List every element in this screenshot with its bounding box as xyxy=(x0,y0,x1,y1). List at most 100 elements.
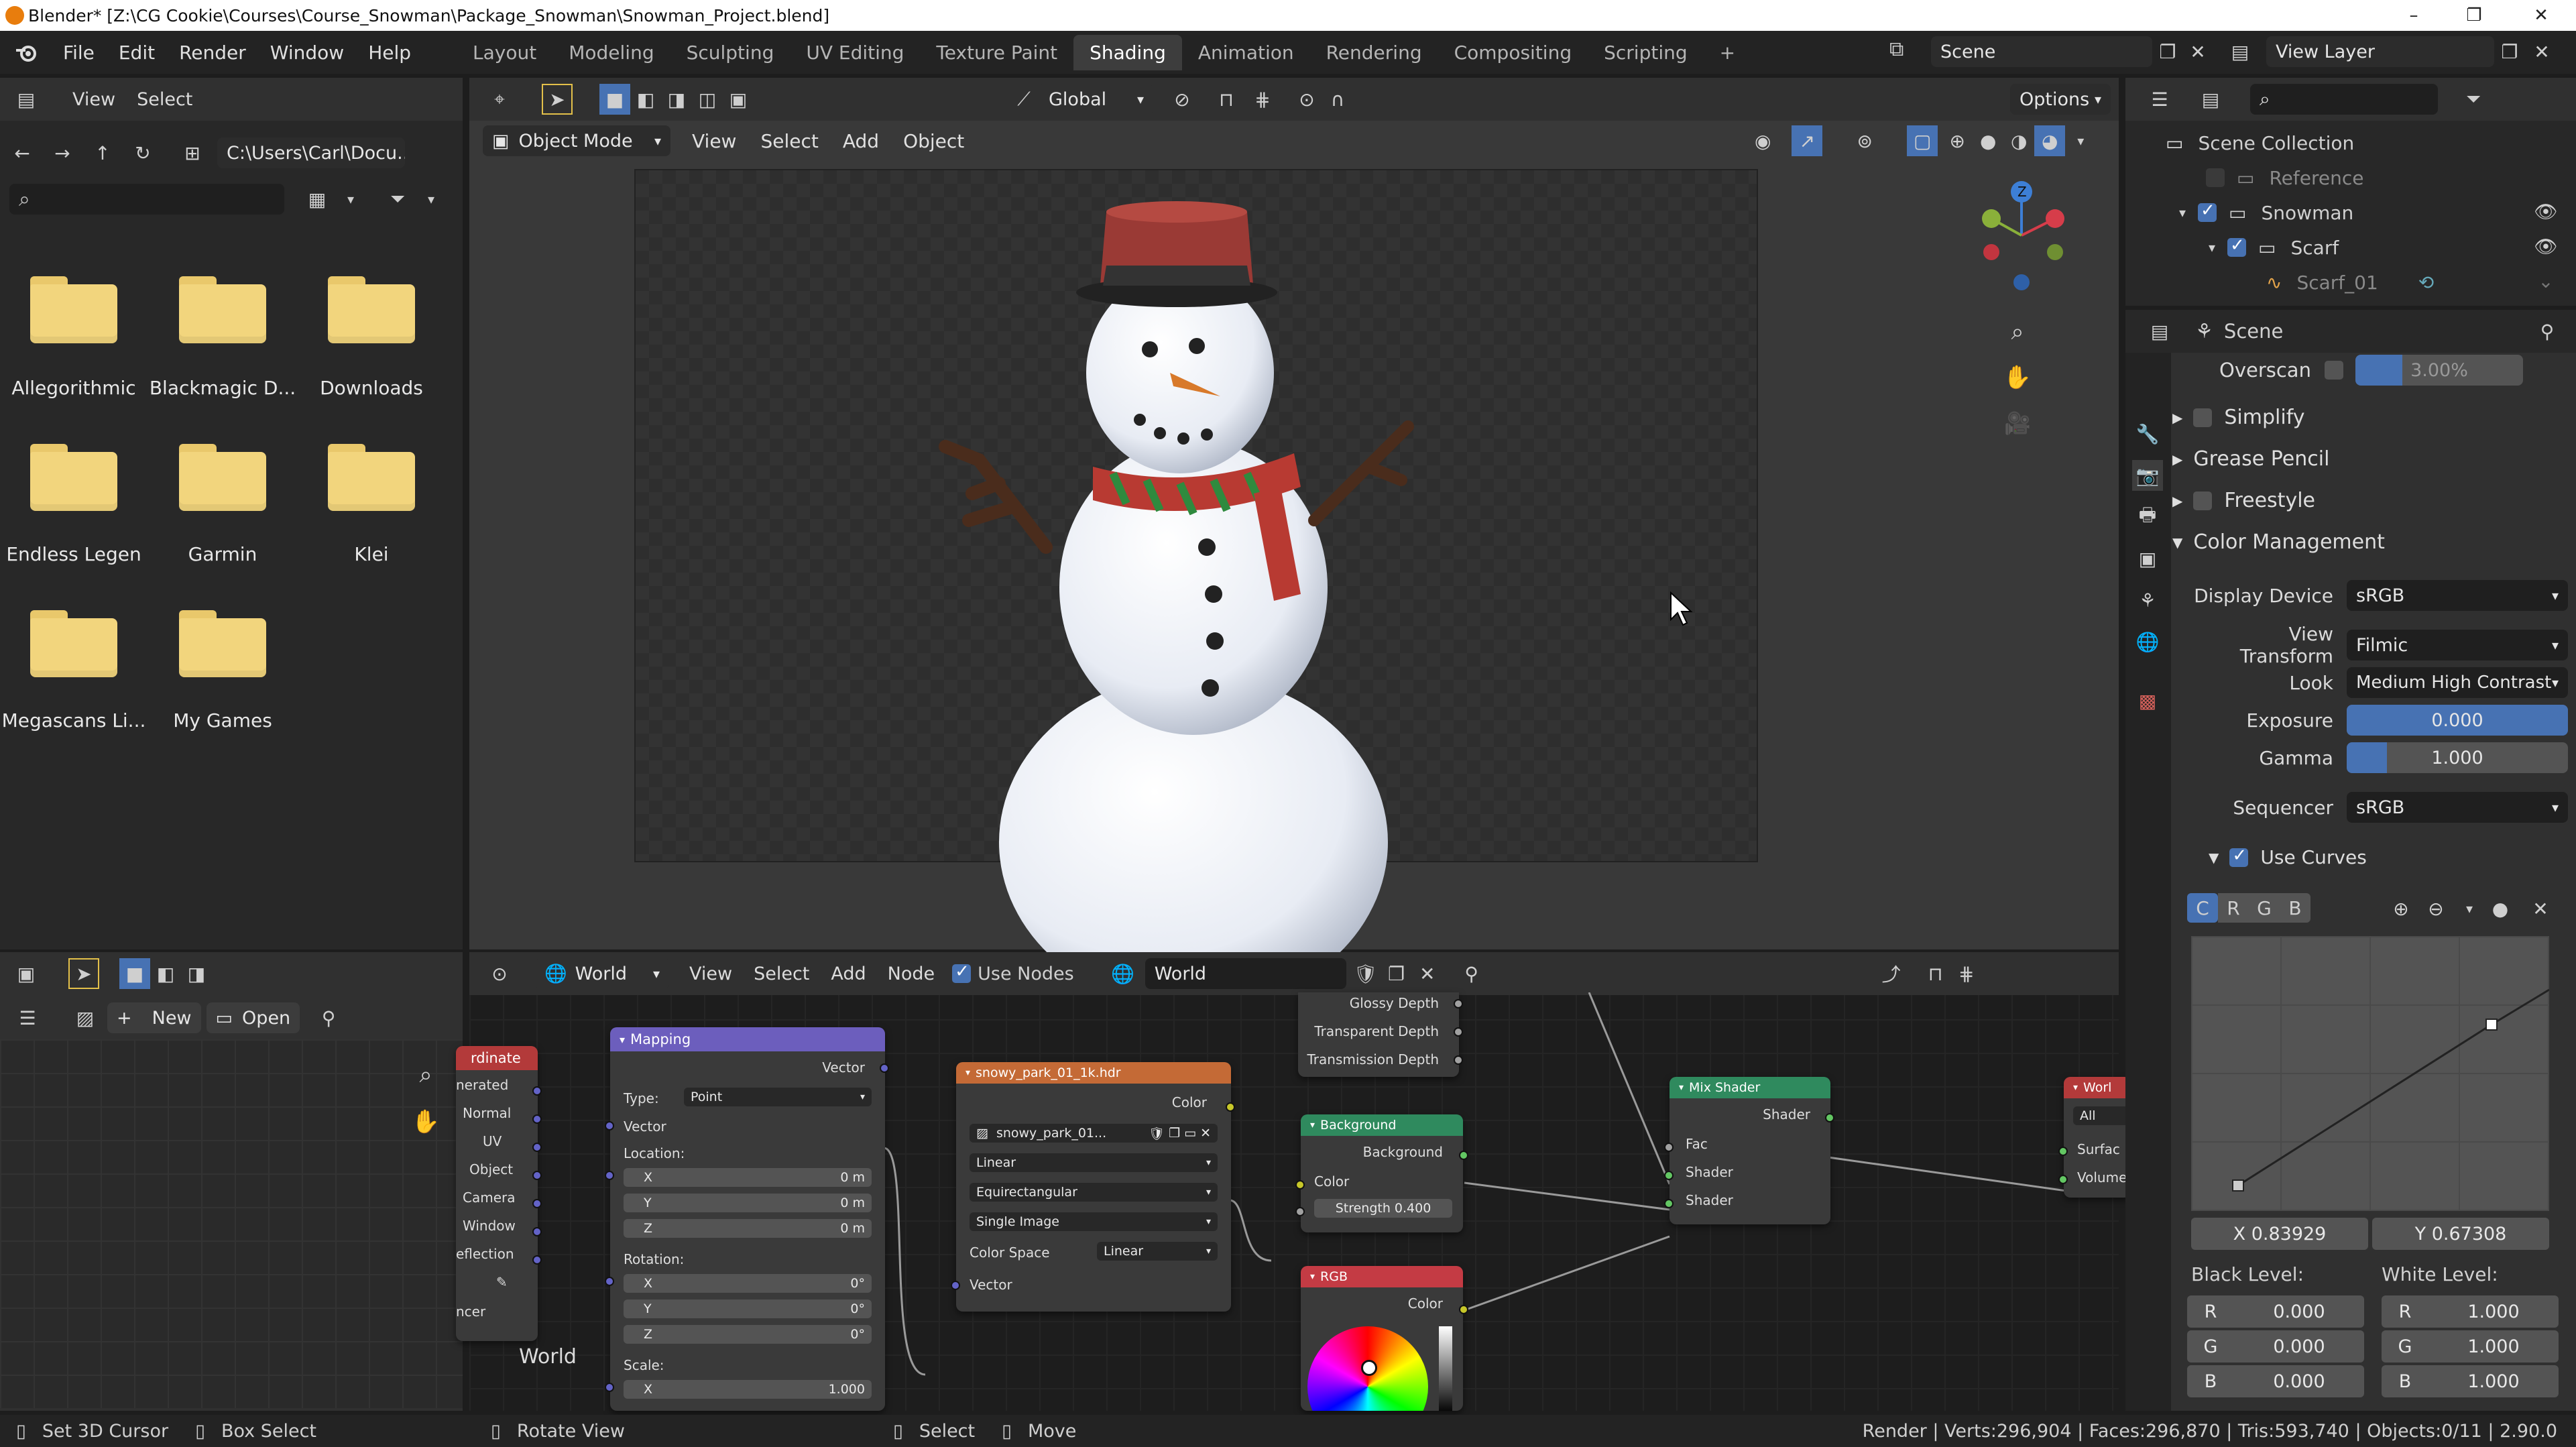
image-browse-icon[interactable]: ▨ xyxy=(70,1002,101,1033)
node-snap-target-icon[interactable]: ⋕ xyxy=(1951,958,1982,989)
texture-coordinate-node[interactable]: rdinate nerated Normal UV Object Camera … xyxy=(456,1046,538,1341)
look-dropdown[interactable]: Medium High Contrast ▾ xyxy=(2347,667,2568,698)
mapping-node[interactable]: ▾ Mapping Vector Type: Point ▾ Vector Loc… xyxy=(610,1027,885,1411)
pin-icon[interactable]: ⚲ xyxy=(2532,316,2563,347)
pan-hand-icon[interactable]: ✋ xyxy=(410,1106,441,1137)
zoom-in-icon[interactable]: ⊕ xyxy=(2386,893,2416,924)
collapse-icon[interactable]: ▾ xyxy=(1310,1120,1315,1131)
tab-modeling[interactable]: Modeling xyxy=(552,35,670,70)
world-output-node[interactable]: ▾ Worl All Surfac Volume xyxy=(2064,1077,2131,1198)
viewport-3d[interactable]: ⌖ ➤ ■ ◧ ◨ ◫ ▣ ⟋ Global ▾ ⊘ ⊓ ⋕ ⊙ ∩ Optio… xyxy=(469,78,2119,976)
outliner-row[interactable]: ▭ Scene Collection xyxy=(2166,126,2354,160)
tab-shading[interactable]: Shading xyxy=(1073,34,1182,70)
new-image-button[interactable]: + New xyxy=(107,1002,201,1033)
interpolation-dropdown[interactable]: Linear ▾ xyxy=(970,1153,1218,1172)
falloff-icon[interactable]: ∩ xyxy=(1322,84,1353,115)
subpanel-use-curves[interactable]: ▼ Use Curves xyxy=(2209,846,2367,869)
pin-icon[interactable]: ⚲ xyxy=(313,1002,344,1033)
shader-in-socket[interactable] xyxy=(1664,1171,1674,1180)
new-view-layer-icon[interactable]: ❐ xyxy=(2494,36,2525,67)
overscan-checkbox[interactable] xyxy=(2324,361,2343,380)
curve-widget[interactable] xyxy=(2191,936,2550,1211)
curve-point-x-field[interactable]: X 0.83929 xyxy=(2191,1218,2368,1250)
tab-compositing[interactable]: Compositing xyxy=(1438,35,1588,70)
select-mode-invert-icon[interactable]: ◫ xyxy=(692,84,723,115)
node-select-menu[interactable]: Select xyxy=(743,964,820,984)
add-workspace-button[interactable]: + xyxy=(1704,35,1751,70)
display-mode-icon[interactable]: ▦ xyxy=(302,184,333,215)
vector-socket[interactable] xyxy=(532,1143,542,1152)
filter-icon[interactable]: ⏷ xyxy=(382,184,413,215)
pin-icon[interactable]: ⚲ xyxy=(1456,958,1487,989)
filter-icon[interactable]: ⏷ xyxy=(2458,84,2489,115)
zoom-out-icon[interactable]: ⊖ xyxy=(2420,893,2451,924)
shader-out-socket[interactable] xyxy=(1825,1113,1834,1122)
color-space-dropdown[interactable]: Linear ▾ xyxy=(1097,1242,1218,1261)
view-transform-dropdown[interactable]: Filmic ▾ xyxy=(2347,630,2568,660)
outliner-row[interactable]: ▾ ▭ Snowman xyxy=(2179,196,2353,229)
select-mode-new-icon[interactable]: ■ xyxy=(599,84,630,115)
pivot-point-icon[interactable]: ⊘ xyxy=(1167,84,1197,115)
rotation-x-field[interactable]: X 0° xyxy=(624,1274,872,1293)
editor-type-icon[interactable]: ▣ xyxy=(11,958,42,989)
mix-shader-node[interactable]: ▾ Mix Shader Shader Fac Shader Shader xyxy=(1670,1077,1830,1224)
tab-sculpting[interactable]: Sculpting xyxy=(670,35,791,70)
node-editor[interactable]: ⊙ 🌐 World ▾ View Select Add Node Use Nod… xyxy=(456,952,2131,1411)
tab-layout[interactable]: Layout xyxy=(457,35,552,70)
eye-icon[interactable]: 👁 xyxy=(2530,231,2561,262)
value-slider[interactable] xyxy=(1439,1326,1452,1411)
location-z-field[interactable]: Z 0 m xyxy=(624,1219,872,1238)
target-dropdown[interactable]: All xyxy=(2073,1106,2131,1125)
background-node[interactable]: ▾ Background Background Color Strength 0.… xyxy=(1301,1114,1463,1232)
filter-dropdown-icon[interactable]: ▾ xyxy=(416,184,447,215)
parent-node-tree-icon[interactable]: ⤴ xyxy=(1876,958,1907,989)
open-image-icon[interactable]: ▭ xyxy=(1184,1126,1196,1141)
value-socket[interactable] xyxy=(1454,1055,1463,1065)
select-tool-icon[interactable]: ➤ xyxy=(542,84,573,115)
editor-type-icon[interactable]: ⌖ xyxy=(484,84,515,115)
location-socket[interactable] xyxy=(605,1171,614,1180)
viewport-view-menu[interactable]: View xyxy=(680,130,748,152)
rotation-z-field[interactable]: Z 0° xyxy=(624,1325,872,1344)
menu-render[interactable]: Render xyxy=(167,42,258,64)
zoom-icon[interactable]: ⌕ xyxy=(410,1059,441,1090)
collapse-icon[interactable]: ▾ xyxy=(2073,1082,2078,1093)
select-mode-subtract-icon[interactable]: ◨ xyxy=(181,958,212,989)
editor-type-icon[interactable]: ▤ xyxy=(11,84,42,115)
render-tab-icon[interactable]: 📷 xyxy=(2132,460,2163,491)
pan-hand-icon[interactable]: ✋ xyxy=(2002,362,2033,393)
panel-grease-pencil[interactable]: ▶ Grease Pencil xyxy=(2172,447,2329,471)
vector-out-socket[interactable] xyxy=(880,1063,889,1073)
wireframe-shading-icon[interactable]: ⊕ xyxy=(1942,125,1973,156)
white-level-r-field[interactable]: R 1.000 xyxy=(2382,1295,2559,1328)
select-mode-extend-icon[interactable]: ◧ xyxy=(630,84,661,115)
background-out-socket[interactable] xyxy=(1459,1151,1468,1160)
channel-c-tab[interactable]: C xyxy=(2187,893,2218,923)
color-in-socket[interactable] xyxy=(1295,1180,1305,1190)
rotation-socket[interactable] xyxy=(605,1277,614,1286)
rgb-node[interactable]: ▾ RGB Color xyxy=(1301,1266,1463,1411)
channel-r-tab[interactable]: R xyxy=(2218,893,2249,923)
tab-uv-editing[interactable]: UV Editing xyxy=(790,35,920,70)
use-curves-checkbox[interactable] xyxy=(2229,846,2249,867)
select-mode-new-icon[interactable]: ■ xyxy=(119,958,150,989)
surface-socket[interactable] xyxy=(2058,1147,2068,1156)
black-level-r-field[interactable]: R 0.000 xyxy=(2187,1295,2364,1328)
curve-tools-icon[interactable]: ▾ xyxy=(2454,893,2485,924)
clipping-icon[interactable]: ● xyxy=(2485,893,2516,924)
vector-socket[interactable] xyxy=(532,1171,542,1180)
unlink-world-icon[interactable]: ✕ xyxy=(1412,958,1443,989)
view-layer-tab-icon[interactable]: ▣ xyxy=(2132,543,2163,574)
vector-socket[interactable] xyxy=(532,1255,542,1265)
vector-in-socket[interactable] xyxy=(951,1281,960,1290)
display-mode-icon[interactable]: ▤ xyxy=(2195,84,2226,115)
expand-icon[interactable]: ▾ xyxy=(2209,239,2215,255)
folder-label[interactable]: Garmin xyxy=(145,543,300,565)
scene-tab-icon[interactable]: ⚘ xyxy=(2132,585,2163,616)
vector-socket[interactable] xyxy=(532,1227,542,1236)
panel-simplify[interactable]: ▶ Simplify xyxy=(2172,406,2305,429)
viewport-add-menu[interactable]: Add xyxy=(831,130,891,152)
value-socket[interactable] xyxy=(1454,999,1463,1008)
rotation-y-field[interactable]: Y 0° xyxy=(624,1299,872,1318)
channel-g-tab[interactable]: G xyxy=(2249,893,2280,923)
